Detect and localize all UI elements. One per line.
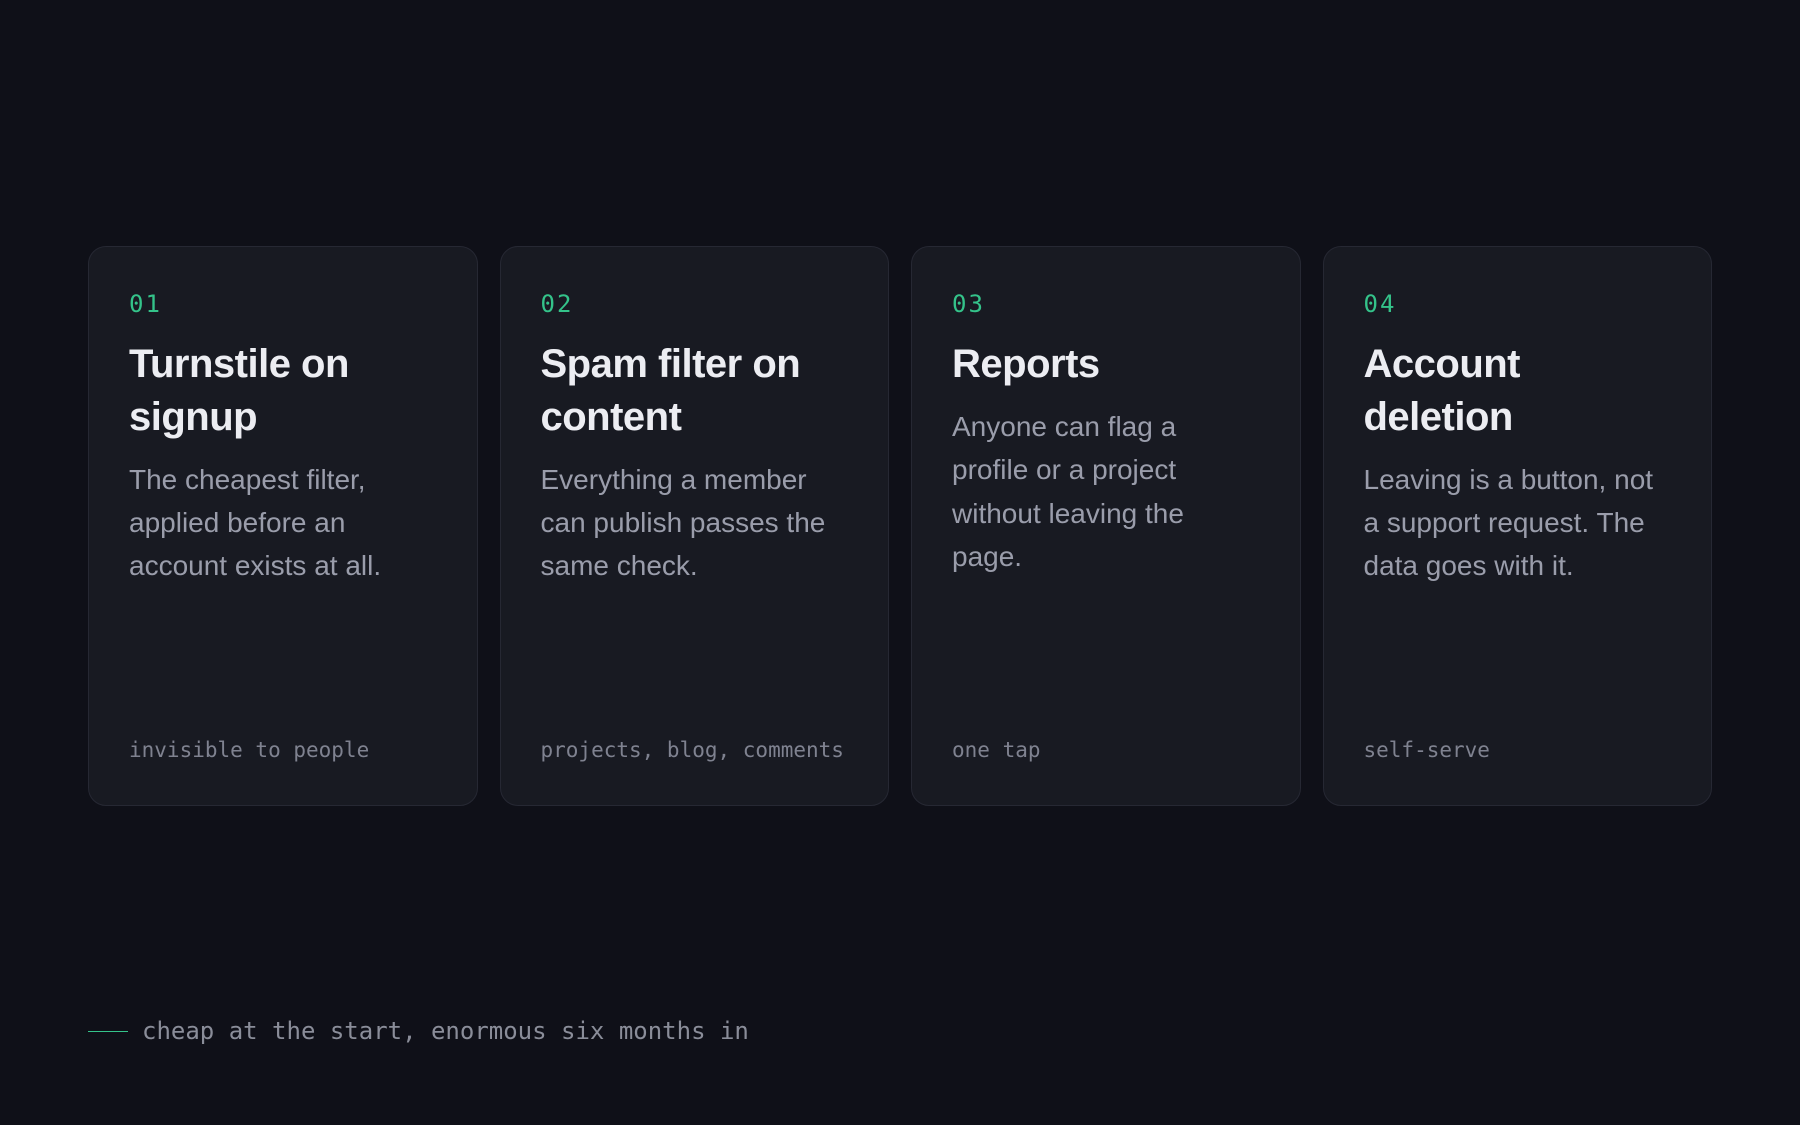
card-title: Account deletion	[1363, 342, 1521, 439]
accent-dash	[88, 1030, 128, 1032]
card-title: Reports	[952, 342, 1100, 386]
footer-text: cheap at the start, enormous six months …	[142, 1017, 749, 1045]
card-tag: one tap	[952, 737, 1041, 762]
card-title: Turnstile on signup	[129, 342, 349, 439]
card-description: Anyone can flag a profile or a project w…	[952, 410, 1184, 572]
card-description: Everything a member can publish passes t…	[540, 463, 826, 582]
card-title: Spam filter on content	[540, 342, 801, 439]
card-tag: projects, blog, comments	[540, 737, 844, 762]
card-description: The cheapest filter, applied before an a…	[129, 463, 382, 582]
footer-note: cheap at the start, enormous six months …	[88, 1017, 749, 1045]
card-number: 04	[1363, 290, 1397, 318]
card-turnstile-on-signup: 01 Turnstile on signup The cheapest filt…	[88, 246, 478, 806]
card-tag: invisible to people	[129, 737, 370, 762]
card-number: 02	[540, 290, 574, 318]
card-tag: self-serve	[1363, 737, 1490, 762]
card-account-deletion: 04 Account deletion Leaving is a button,…	[1322, 246, 1712, 806]
card-reports: 03 Reports Anyone can flag a profile or …	[911, 246, 1301, 806]
card-spam-filter-on-content: 02 Spam filter on content Everything a m…	[499, 246, 889, 806]
card-number: 01	[129, 290, 162, 318]
feature-cards: 01 Turnstile on signup The cheapest filt…	[88, 246, 1712, 806]
card-number: 03	[952, 290, 985, 318]
card-description: Leaving is a button, not a support reque…	[1363, 463, 1654, 582]
